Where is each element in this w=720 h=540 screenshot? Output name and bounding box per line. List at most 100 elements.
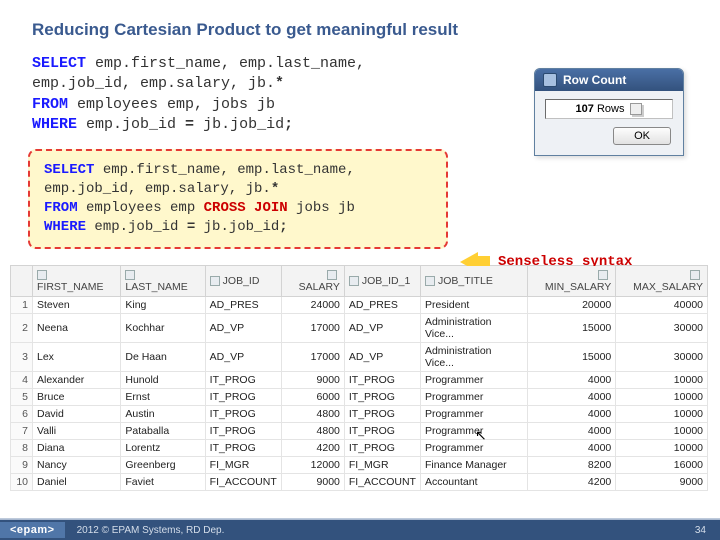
cell-job-title: Programmer: [420, 388, 527, 405]
row-index: 2: [11, 313, 33, 342]
cell-min-salary: 4000: [528, 422, 616, 439]
row-index: 3: [11, 342, 33, 371]
sql-text: jb.job_id: [195, 219, 279, 235]
sql-query-2: SELECT emp.first_name, emp.last_name, em…: [42, 161, 434, 237]
col-min-salary[interactable]: MIN_SALARY: [528, 265, 616, 296]
cell-job-id: IT_PROG: [205, 371, 281, 388]
col-job-id[interactable]: JOB_ID: [205, 265, 281, 296]
sql-text: emp.job_id: [86, 219, 187, 235]
cell-salary: 4200: [281, 439, 344, 456]
op-star: *: [271, 181, 279, 197]
column-icon: [327, 270, 337, 280]
table-row[interactable]: 8DianaLorentzIT_PROG4200IT_PROGProgramme…: [11, 439, 708, 456]
cell-job-title: Programmer: [420, 371, 527, 388]
col-label: MAX_SALARY: [633, 281, 703, 293]
cell-last-name: King: [121, 296, 205, 313]
col-label: MIN_SALARY: [545, 281, 611, 293]
kw-where: WHERE: [32, 116, 77, 133]
cell-job-title: Programmer: [420, 405, 527, 422]
col-job-id-1[interactable]: JOB_ID_1: [344, 265, 420, 296]
table-row[interactable]: 2NeenaKochharAD_VP17000AD_VPAdministrati…: [11, 313, 708, 342]
cell-job-id-1: AD_PRES: [344, 296, 420, 313]
row-index: 9: [11, 456, 33, 473]
cell-job-id-1: IT_PROG: [344, 405, 420, 422]
kw-select: SELECT: [32, 55, 86, 72]
col-job-title[interactable]: JOB_TITLE: [420, 265, 527, 296]
cell-first-name: Bruce: [33, 388, 121, 405]
cell-salary: 4800: [281, 405, 344, 422]
table-row[interactable]: 5BruceErnstIT_PROG6000IT_PROGProgrammer4…: [11, 388, 708, 405]
table-row[interactable]: 10DanielFavietFI_ACCOUNT9000FI_ACCOUNTAc…: [11, 473, 708, 490]
table-row[interactable]: 7ValliPataballaIT_PROG4800IT_PROGProgram…: [11, 422, 708, 439]
cell-first-name: Nancy: [33, 456, 121, 473]
row-index: 5: [11, 388, 33, 405]
row-count-value: 107 Rows: [545, 99, 673, 119]
cell-first-name: Neena: [33, 313, 121, 342]
row-index: 10: [11, 473, 33, 490]
sql-text: jobs jb: [288, 200, 355, 216]
cell-min-salary: 4200: [528, 473, 616, 490]
cell-job-id-1: IT_PROG: [344, 388, 420, 405]
cell-job-title: President: [420, 296, 527, 313]
cell-last-name: Kochhar: [121, 313, 205, 342]
op-semi: ;: [279, 219, 287, 235]
cell-job-id-1: IT_PROG: [344, 439, 420, 456]
cell-last-name: Ernst: [121, 388, 205, 405]
column-icon: [425, 276, 435, 286]
table-row[interactable]: 1StevenKingAD_PRES24000AD_PRESPresident2…: [11, 296, 708, 313]
sql-text: employees emp: [78, 200, 204, 216]
dialog-titlebar: Row Count: [535, 69, 683, 91]
sql-text: emp.first_name, emp.last_name,: [94, 162, 354, 178]
kw-cross-join: CROSS JOIN: [204, 200, 288, 216]
column-icon: [210, 276, 220, 286]
cell-last-name: Pataballa: [121, 422, 205, 439]
copy-icon[interactable]: [630, 103, 642, 115]
cell-first-name: Steven: [33, 296, 121, 313]
cell-last-name: Hunold: [121, 371, 205, 388]
row-index: 8: [11, 439, 33, 456]
cell-first-name: Diana: [33, 439, 121, 456]
kw-where: WHERE: [44, 219, 86, 235]
cell-job-title: Accountant: [420, 473, 527, 490]
cell-last-name: Greenberg: [121, 456, 205, 473]
cell-first-name: Alexander: [33, 371, 121, 388]
cell-job-id-1: AD_VP: [344, 313, 420, 342]
table-row[interactable]: 6DavidAustinIT_PROG4800IT_PROGProgrammer…: [11, 405, 708, 422]
page-number: 34: [695, 525, 720, 536]
sql-text: emp.first_name, emp.last_name,: [86, 55, 365, 72]
ok-button[interactable]: OK: [613, 127, 671, 145]
col-first-name[interactable]: FIRST_NAME: [33, 265, 121, 296]
col-salary[interactable]: SALARY: [281, 265, 344, 296]
cell-first-name: David: [33, 405, 121, 422]
header-index[interactable]: [11, 265, 33, 296]
cell-job-id-1: AD_VP: [344, 342, 420, 371]
cell-max-salary: 10000: [616, 371, 708, 388]
grid-icon: [543, 73, 557, 87]
cell-max-salary: 9000: [616, 473, 708, 490]
kw-from: FROM: [32, 96, 68, 113]
cell-job-id-1: FI_ACCOUNT: [344, 473, 420, 490]
cell-job-title: Finance Manager: [420, 456, 527, 473]
cell-max-salary: 10000: [616, 422, 708, 439]
cell-min-salary: 20000: [528, 296, 616, 313]
col-last-name[interactable]: LAST_NAME: [121, 265, 205, 296]
row-index: 6: [11, 405, 33, 422]
sql-text: employees emp, jobs jb: [68, 96, 275, 113]
col-max-salary[interactable]: MAX_SALARY: [616, 265, 708, 296]
table-row[interactable]: 9NancyGreenbergFI_MGR12000FI_MGRFinance …: [11, 456, 708, 473]
op-eq: =: [185, 116, 194, 133]
cell-salary: 9000: [281, 371, 344, 388]
row-index: 1: [11, 296, 33, 313]
cell-job-id: IT_PROG: [205, 388, 281, 405]
dialog-title: Row Count: [563, 73, 626, 87]
cell-min-salary: 15000: [528, 342, 616, 371]
cell-min-salary: 4000: [528, 439, 616, 456]
table-row[interactable]: 3LexDe HaanAD_VP17000AD_VPAdministration…: [11, 342, 708, 371]
cell-max-salary: 10000: [616, 439, 708, 456]
cell-salary: 17000: [281, 313, 344, 342]
kw-select: SELECT: [44, 162, 94, 178]
cell-job-id: IT_PROG: [205, 405, 281, 422]
cell-first-name: Lex: [33, 342, 121, 371]
epam-logo: <epam>: [0, 522, 65, 538]
table-row[interactable]: 4AlexanderHunoldIT_PROG9000IT_PROGProgra…: [11, 371, 708, 388]
